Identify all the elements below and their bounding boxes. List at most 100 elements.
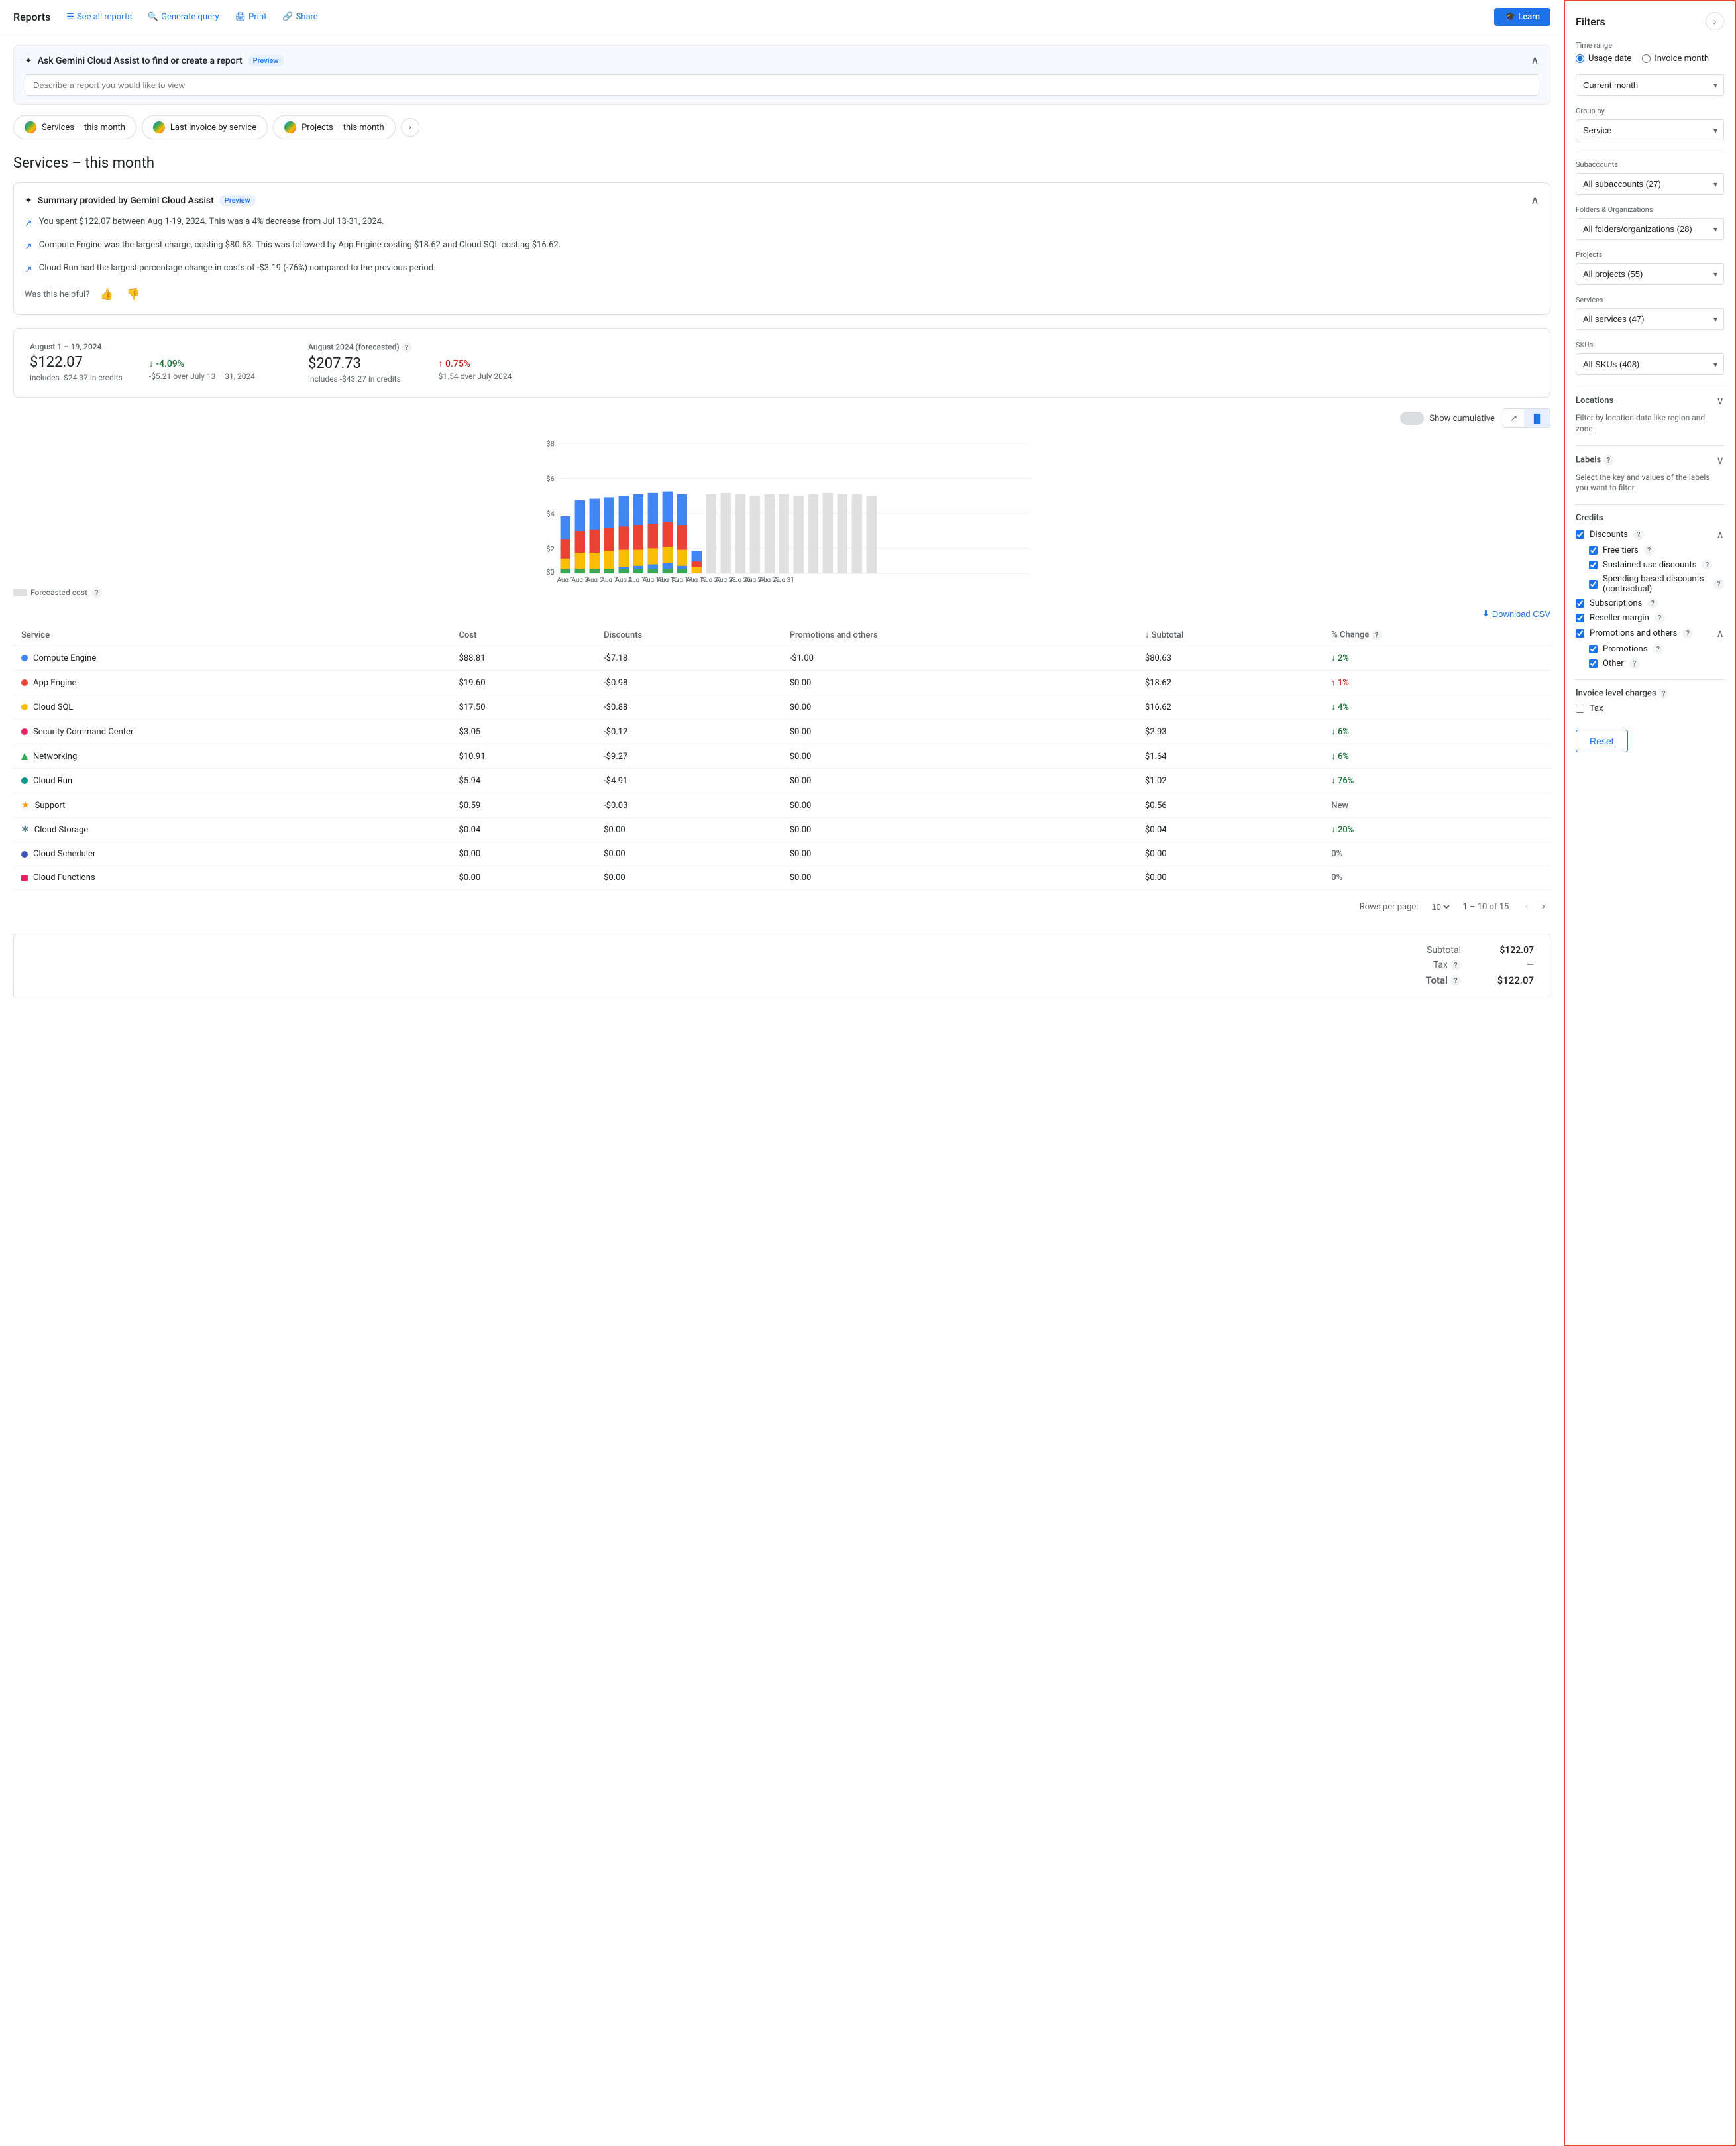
other-checkbox[interactable] bbox=[1589, 659, 1598, 668]
tab-services-this-month[interactable]: Services – this month bbox=[13, 115, 136, 139]
labels-expand-icon[interactable]: ∨ bbox=[1716, 454, 1724, 467]
summary-collapse-button[interactable]: ∧ bbox=[1531, 194, 1539, 207]
locations-expand-icon[interactable]: ∨ bbox=[1716, 394, 1724, 407]
filters-title: Filters bbox=[1576, 15, 1605, 28]
subaccounts-select[interactable]: All subaccounts (27) bbox=[1576, 173, 1724, 195]
change-cell-0: ↓ 2% bbox=[1323, 646, 1550, 671]
discounts-help[interactable]: ? bbox=[1633, 530, 1644, 540]
period-select[interactable]: Current month bbox=[1576, 74, 1724, 96]
summary-text-2: Compute Engine was the largest charge, c… bbox=[39, 239, 561, 252]
promotions-checkbox-label[interactable]: Promotions ? bbox=[1576, 644, 1724, 654]
chart-section: Show cumulative ↗ ▐▌ $8 $6 $4 $2 $0 bbox=[13, 408, 1550, 598]
free-tiers-checkbox[interactable] bbox=[1589, 546, 1598, 555]
col-promos: Promotions and others bbox=[782, 624, 1137, 646]
metric-period1-sub: includes -$24.37 in credits bbox=[30, 373, 123, 382]
reseller-margin-help[interactable]: ? bbox=[1655, 612, 1665, 623]
see-all-reports-link[interactable]: ☰ See all reports bbox=[66, 12, 132, 22]
usage-date-radio[interactable]: Usage date bbox=[1576, 54, 1631, 64]
cost-cell-3: $3.05 bbox=[451, 720, 596, 744]
promotions-others-help[interactable]: ? bbox=[1682, 628, 1693, 639]
filters-collapse-button[interactable]: › bbox=[1706, 12, 1724, 30]
tab-icon-services bbox=[25, 121, 36, 133]
trend-icon-1: ↗ bbox=[25, 217, 32, 231]
tab-projects-this-month[interactable]: Projects – this month bbox=[273, 115, 396, 139]
bar-chart-button[interactable]: ▐▌ bbox=[1524, 409, 1550, 427]
forecast-help-icon[interactable]: ? bbox=[402, 342, 412, 353]
cost-cell-6: $0.59 bbox=[451, 793, 596, 818]
cumulative-label: Show cumulative bbox=[1429, 414, 1495, 424]
reset-button[interactable]: Reset bbox=[1576, 730, 1628, 752]
thumbs-down-button[interactable]: 👎 bbox=[124, 285, 142, 304]
subscriptions-checkbox-label[interactable]: Subscriptions ? bbox=[1576, 598, 1724, 608]
next-page-button[interactable]: › bbox=[1537, 898, 1550, 915]
forecast-legend-help[interactable]: ? bbox=[91, 587, 102, 598]
thumbs-up-button[interactable]: 👍 bbox=[97, 285, 116, 304]
tab-next-arrow[interactable]: › bbox=[401, 118, 419, 137]
free-tiers-help[interactable]: ? bbox=[1644, 545, 1655, 555]
subtotal-cell-2: $16.62 bbox=[1137, 695, 1323, 720]
other-checkbox-label[interactable]: Other ? bbox=[1576, 658, 1724, 669]
service-cell-9: Cloud Functions bbox=[13, 866, 451, 890]
tax-checkbox[interactable] bbox=[1576, 705, 1584, 713]
download-csv-button[interactable]: ⬇ Download CSV bbox=[1482, 608, 1550, 619]
skus-select[interactable]: All SKUs (408) bbox=[1576, 353, 1724, 375]
free-tiers-checkbox-label[interactable]: Free tiers ? bbox=[1576, 545, 1724, 555]
discounts-checkbox-label[interactable]: Discounts ? bbox=[1576, 530, 1644, 540]
subscriptions-help[interactable]: ? bbox=[1647, 598, 1658, 608]
gemini-input[interactable] bbox=[25, 74, 1539, 96]
promotions-help[interactable]: ? bbox=[1653, 644, 1663, 654]
learn-button[interactable]: 🎓 Learn bbox=[1494, 8, 1550, 26]
invoice-month-radio[interactable]: Invoice month bbox=[1642, 54, 1709, 64]
cumulative-toggle-switch[interactable] bbox=[1400, 412, 1424, 425]
total-help-icon[interactable]: ? bbox=[1450, 975, 1461, 986]
credits-title: Credits bbox=[1576, 513, 1603, 523]
trend-icon-3: ↗ bbox=[25, 263, 32, 277]
brand-title: Reports bbox=[13, 11, 50, 23]
line-chart-button[interactable]: ↗ bbox=[1503, 409, 1524, 427]
share-link[interactable]: 🔗 Share bbox=[282, 12, 317, 22]
spending-based-label: Spending based discounts (contractual) bbox=[1603, 574, 1708, 594]
group-by-select[interactable]: Service bbox=[1576, 119, 1724, 141]
print-link[interactable]: 🖨 Print bbox=[235, 12, 267, 22]
sustained-use-checkbox[interactable] bbox=[1589, 561, 1598, 569]
change-help-icon[interactable]: ? bbox=[1372, 630, 1382, 640]
projects-label: Projects bbox=[1576, 251, 1724, 259]
discounts-expand[interactable]: ∧ bbox=[1716, 528, 1724, 541]
promos-cell-1: $0.00 bbox=[782, 671, 1137, 695]
sustained-use-help[interactable]: ? bbox=[1702, 559, 1712, 570]
other-help[interactable]: ? bbox=[1629, 658, 1640, 669]
prev-page-button[interactable]: ‹ bbox=[1519, 898, 1533, 915]
folders-select[interactable]: All folders/organizations (28) bbox=[1576, 218, 1724, 240]
promotions-others-checkbox[interactable] bbox=[1576, 629, 1584, 638]
col-change: % Change ? bbox=[1323, 624, 1550, 646]
page-title: Services – this month bbox=[0, 150, 1564, 182]
services-select[interactable]: All services (47) bbox=[1576, 308, 1724, 330]
subtotal-sort[interactable]: ↓ Subtotal bbox=[1145, 630, 1183, 640]
promotions-expand[interactable]: ∧ bbox=[1716, 627, 1724, 640]
spending-based-checkbox-label[interactable]: Spending based discounts (contractual) ? bbox=[1576, 574, 1724, 594]
discounts-cell-0: -$7.18 bbox=[596, 646, 782, 671]
invoice-charges-help[interactable]: ? bbox=[1658, 688, 1669, 699]
sustained-use-checkbox-label[interactable]: Sustained use discounts ? bbox=[1576, 559, 1724, 570]
gemini-collapse-button[interactable]: ∧ bbox=[1531, 54, 1539, 68]
spending-based-help[interactable]: ? bbox=[1713, 579, 1724, 589]
service-dot-6: ★ bbox=[21, 800, 30, 811]
tax-row: Tax ? — bbox=[1433, 960, 1534, 970]
labels-desc: Select the key and values of the labels … bbox=[1576, 472, 1724, 494]
generate-query-link[interactable]: 🔍 Generate query bbox=[148, 12, 219, 22]
reseller-margin-checkbox[interactable] bbox=[1576, 614, 1584, 622]
change-cell-2: ↓ 4% bbox=[1323, 695, 1550, 720]
subscriptions-checkbox[interactable] bbox=[1576, 599, 1584, 608]
promotions-others-checkbox-label[interactable]: Promotions and others ? bbox=[1576, 628, 1693, 639]
promotions-checkbox[interactable] bbox=[1589, 645, 1598, 653]
rows-per-page-select[interactable]: 10 25 50 bbox=[1429, 901, 1452, 913]
tax-checkbox-label[interactable]: Tax bbox=[1576, 704, 1724, 714]
tax-help-icon[interactable]: ? bbox=[1450, 960, 1461, 970]
spending-based-checkbox[interactable] bbox=[1589, 580, 1598, 589]
reseller-margin-checkbox-label[interactable]: Reseller margin ? bbox=[1576, 612, 1724, 623]
discounts-checkbox[interactable] bbox=[1576, 530, 1584, 539]
labels-help-icon[interactable]: ? bbox=[1603, 455, 1614, 465]
preview-badge: Preview bbox=[248, 55, 284, 66]
tab-last-invoice-by-service[interactable]: Last invoice by service bbox=[142, 115, 268, 139]
projects-select[interactable]: All projects (55) bbox=[1576, 263, 1724, 285]
